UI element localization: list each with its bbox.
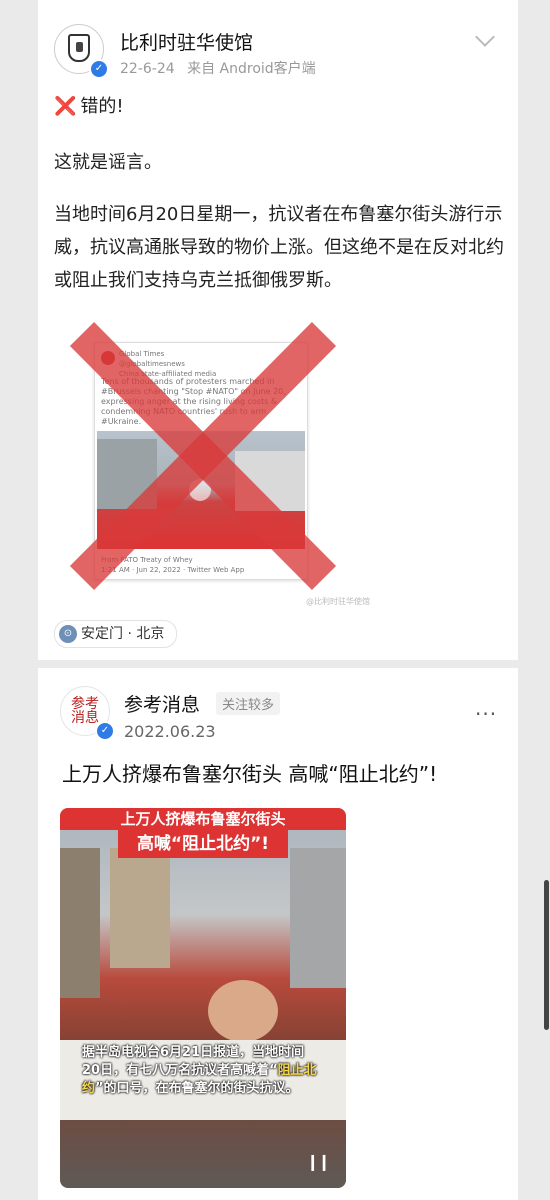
follow-tag: 关注较多 <box>216 692 281 715</box>
verified-badge-icon: ✓ <box>89 59 109 79</box>
location-pin-icon: ⊙ <box>59 625 77 643</box>
post-source: 来自 Android客户端 <box>187 61 316 77</box>
verified-badge-icon: ✓ <box>95 721 115 741</box>
post-title: 上万人挤爆布鲁塞尔街头 高喊“阻止北约”! <box>62 762 438 786</box>
video-player[interactable]: 上万人挤爆布鲁塞尔街头 高喊“阻止北约”! 据半岛电视台6月21日报道，当地时间… <box>60 808 346 1188</box>
crest-icon <box>68 34 90 62</box>
caption-part-2: ”的口号，在布鲁塞尔的街头抗议。 <box>95 1081 299 1096</box>
more-options-icon[interactable]: ··· <box>475 702 497 726</box>
chevron-down-icon[interactable] <box>475 27 495 47</box>
verdict-line: ❌ 错的! <box>54 92 124 118</box>
cross-mark-icon: ❌ <box>54 96 77 117</box>
author-name[interactable]: 比利时驻华使馆 <box>120 28 253 55</box>
red-cross-overlay-icon <box>69 322 337 590</box>
author-name[interactable]: 参考消息 <box>124 690 200 717</box>
protester-face <box>208 980 278 1042</box>
verdict-text: 错的! <box>80 96 124 117</box>
video-headline-2: 高喊“阻止北约”! <box>118 830 288 858</box>
reference-news-avatar[interactable]: 参考消息 ✓ <box>60 686 115 741</box>
post-card-reference-news: 参考消息 ✓ 参考消息 关注较多 2022.06.23 ··· 上万人挤爆布鲁塞… <box>38 668 518 1200</box>
caption-part-1: 据半岛电视台6月21日报道，当地时间20日，有七八万名抗议者高喊着“ <box>82 1045 305 1078</box>
avatar-logo-text: 参考消息 <box>71 696 99 726</box>
location-tag[interactable]: ⊙ 安定门 · 北京 <box>54 620 178 648</box>
video-caption: 据半岛电视台6月21日报道，当地时间20日，有七八万名抗议者高喊着“阻止北约”的… <box>82 1044 322 1098</box>
post-card-embassy: ✓ 比利时驻华使馆 22-6-24 来自 Android客户端 ❌ 错的! 这就是… <box>38 0 518 660</box>
post-date: 22-6-24 <box>120 61 175 77</box>
scrollbar[interactable] <box>544 880 549 1030</box>
post-date: 2022.06.23 <box>124 722 216 741</box>
video-headline-1: 上万人挤爆布鲁塞尔街头 <box>60 808 346 830</box>
rumor-text: 这就是谣言。 <box>54 152 162 173</box>
pause-icon[interactable]: ❙❙ <box>306 1152 331 1171</box>
post-meta: 22-6-24 来自 Android客户端 <box>120 58 324 78</box>
image-watermark: @比利时驻华使馆 <box>306 597 370 606</box>
post-body: 当地时间6月20日星期一，抗议者在布鲁塞尔街头游行示威，抗议高通胀导致的物价上涨… <box>54 204 504 291</box>
location-text: 安定门 · 北京 <box>81 626 165 642</box>
embassy-avatar[interactable]: ✓ <box>54 24 109 79</box>
